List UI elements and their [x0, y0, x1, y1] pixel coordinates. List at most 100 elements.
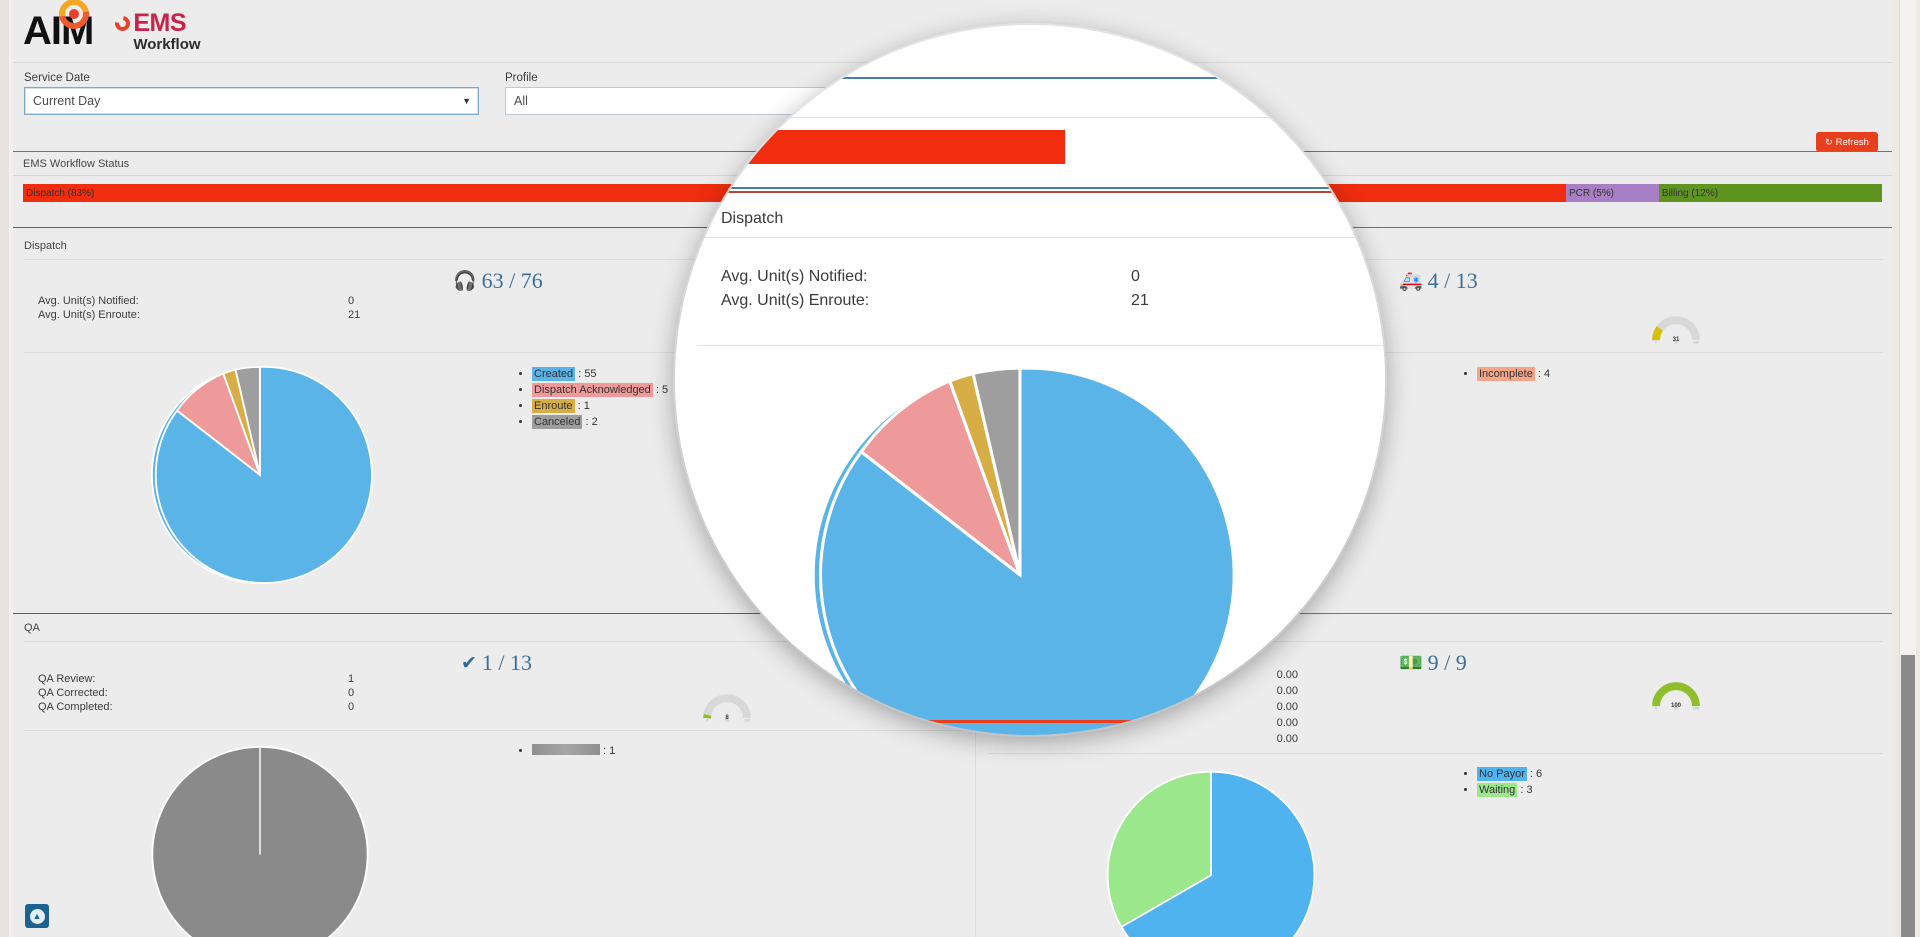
- lens-stat2-value: 21: [1131, 292, 1149, 309]
- stat-label: QA Corrected:: [38, 687, 108, 699]
- logo-ems-line: EMS: [112, 8, 200, 37]
- legend-item[interactable]: Canceled : 2: [532, 415, 668, 429]
- lens-top-rule: [675, 77, 1385, 79]
- qa-legend: : 1: [518, 744, 615, 761]
- logo-workflow-text: Workflow: [133, 35, 201, 53]
- lens-stat1-value: 0: [1131, 268, 1140, 285]
- refresh-label: Refresh: [1835, 136, 1869, 148]
- dispatch-section-title: Dispatch: [24, 240, 67, 252]
- billing-legend: No Payor : 6 Waiting : 3: [1463, 767, 1543, 800]
- pcr-legend: Incomplete : 4: [1463, 367, 1551, 384]
- stat-row: Avg. Unit(s) Notified: 0: [38, 295, 360, 307]
- legend-item[interactable]: : 1: [532, 744, 615, 757]
- chevron-up-icon: ▲: [29, 908, 45, 924]
- stat-row: QA Completed: 0: [38, 701, 354, 713]
- dispatch-kpi: 🎧 63 / 76: [453, 268, 543, 294]
- dispatch-legend: Created : 55 Dispatch Acknowledged : 5 E…: [518, 367, 669, 432]
- stat-row: QA Review: 1: [38, 673, 354, 685]
- lens-status-segment-dispatch: ch (83%): [675, 130, 1065, 164]
- lens-status-title: Status: [675, 91, 724, 110]
- legend-item[interactable]: Enroute : 1: [532, 399, 668, 413]
- service-date-select[interactable]: Current Day ▼: [24, 87, 479, 115]
- status-segment-pcr[interactable]: PCR (5%): [1565, 184, 1659, 202]
- legend-swatch-label: No Payor: [1477, 767, 1527, 781]
- qa-section-title: QA: [24, 622, 40, 634]
- headset-icon: 🎧: [453, 270, 477, 292]
- legend-value: 4: [1543, 368, 1551, 380]
- ambulance-icon: 🚑: [1399, 270, 1423, 292]
- billing-kpi: 💵 9 / 9: [1399, 650, 1467, 676]
- status-segment-dispatch-label: Dispatch (83%): [26, 187, 95, 199]
- stat-value: 0: [348, 701, 355, 713]
- legend-item[interactable]: Waiting : 3: [1477, 783, 1542, 797]
- refresh-button[interactable]: ↻ Refresh: [1816, 132, 1878, 152]
- app-root: AIM EMS Workflow Service Date Current Da…: [0, 0, 1920, 937]
- legend-swatch-label: Enroute: [532, 399, 575, 413]
- qa-kpi-value: 1 / 13: [481, 650, 533, 675]
- lens-stat1-label: Avg. Unit(s) Notified:: [721, 268, 868, 285]
- svg-text:100: 100: [1693, 341, 1699, 344]
- dispatch-stats: Avg. Unit(s) Notified: 0 Avg. Unit(s) En…: [38, 295, 360, 323]
- svg-text:50: 50: [1674, 707, 1678, 710]
- stat-label: QA Review:: [38, 673, 96, 685]
- stat-value: 21: [348, 309, 361, 321]
- legend-value: 5: [661, 384, 669, 396]
- legend-item[interactable]: Dispatch Acknowledged : 5: [532, 383, 669, 397]
- legend-value: 1: [583, 400, 590, 412]
- billing-kpi-value: 9 / 9: [1427, 650, 1467, 675]
- legend-swatch-label: Canceled: [532, 415, 583, 429]
- stat-value: 1: [348, 673, 355, 685]
- legend-item[interactable]: Created : 55: [532, 367, 668, 381]
- logo-swirl-icon: [112, 12, 134, 34]
- legend-item[interactable]: No Payor : 6: [1477, 767, 1543, 781]
- status-segment-billing-label: Billing (12%): [1661, 187, 1719, 199]
- legend-value: 55: [584, 368, 597, 380]
- profile-label: Profile: [505, 72, 538, 84]
- stat-row: Avg. Unit(s) Enroute: 21: [38, 309, 360, 321]
- scroll-to-top-button[interactable]: ▲: [25, 904, 49, 928]
- qa-kpi: ✔ 1 / 13: [461, 650, 532, 676]
- legend-swatch-label: Waiting: [1477, 783, 1518, 797]
- stat-row: QA Corrected: 0: [38, 687, 354, 699]
- money-icon: 💵: [1399, 652, 1423, 674]
- stat-label: QA Completed:: [38, 701, 113, 713]
- dispatch-pie-chart: [150, 365, 373, 585]
- billing-pie-chart: [1106, 770, 1316, 937]
- refresh-icon: ↻: [1825, 136, 1833, 147]
- service-date-label: Service Date: [24, 72, 90, 84]
- legend-redacted-label: [532, 744, 600, 755]
- legend-swatch-label: Created: [532, 367, 576, 381]
- status-segment-billing[interactable]: Billing (12%): [1658, 184, 1882, 202]
- legend-value: 6: [1536, 768, 1543, 780]
- stat-label: Avg. Unit(s) Notified:: [38, 295, 139, 307]
- legend-value: 1: [609, 745, 616, 757]
- check-icon: ✔: [461, 652, 477, 674]
- pcr-kpi-value: 4 / 13: [1427, 268, 1478, 293]
- svg-text:0: 0: [1655, 341, 1657, 344]
- stat-value: 0: [348, 687, 355, 699]
- lens-status-bar-label: ch (83%): [677, 138, 738, 156]
- logo-wordmark: EMS Workflow: [112, 8, 201, 53]
- chevron-down-icon: ▼: [462, 96, 471, 106]
- service-date-value: Current Day: [33, 94, 101, 108]
- legend-value: 2: [591, 416, 598, 428]
- qa-stats: QA Review: 1 QA Corrected: 0 QA Complete…: [38, 673, 354, 715]
- lens-dispatch-pie-chart: [811, 366, 1236, 735]
- magnifier-lens: Status ch (83%) Dispatch Avg. Unit(s) No…: [675, 25, 1385, 735]
- page-scrollbar-thumb[interactable]: [1901, 655, 1915, 937]
- app-logo: AIM EMS Workflow: [23, 0, 201, 56]
- legend-value: 3: [1526, 784, 1533, 796]
- legend-item[interactable]: Incomplete : 4: [1477, 367, 1551, 381]
- status-segment-pcr-label: PCR (5%): [1568, 187, 1614, 199]
- stat-label: Avg. Unit(s) Enroute:: [38, 309, 140, 321]
- legend-swatch-label: Incomplete: [1477, 367, 1535, 381]
- profile-value: All: [514, 94, 528, 108]
- svg-text:0: 0: [1655, 707, 1657, 710]
- logo-ems-text: EMS: [133, 8, 187, 37]
- lens-stat2-label: Avg. Unit(s) Enroute:: [721, 292, 870, 309]
- logo-dot-icon: [69, 9, 79, 19]
- svg-text:50: 50: [1674, 341, 1678, 344]
- billing-gauge: 100 0 50 100: [1652, 682, 1700, 710]
- svg-text:100: 100: [1693, 707, 1699, 710]
- window-left-edge: [0, 0, 9, 937]
